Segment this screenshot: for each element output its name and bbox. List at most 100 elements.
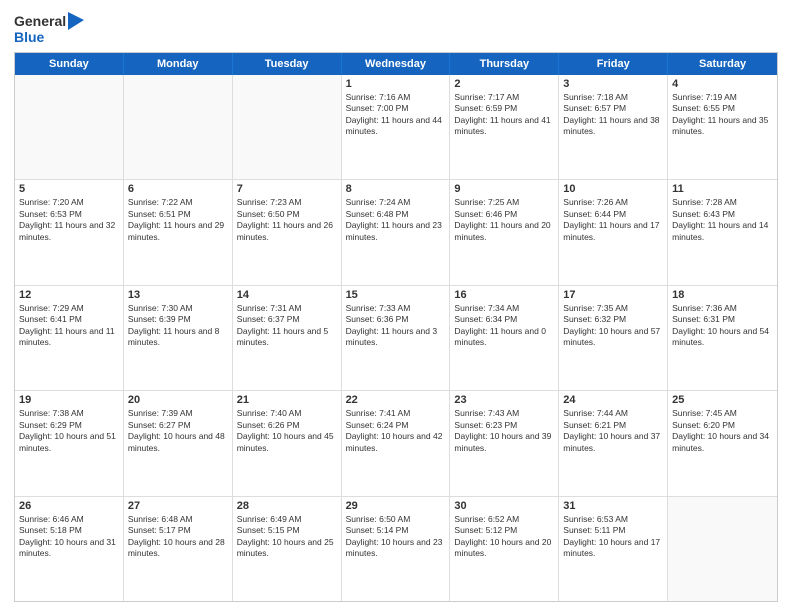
day-cell-24: 24 Sunrise: 7:44 AM Sunset: 6:21 PM Dayli… [559,391,668,495]
day-header-friday: Friday [559,53,668,75]
header: GeneralBlue [14,10,778,46]
day-header-sunday: Sunday [15,53,124,75]
day-number: 12 [19,289,119,301]
day-cell-7: 7Sunrise: 7:23 AM Sunset: 6:50 PM Daylig… [233,180,342,284]
day-info: Sunrise: 6:49 AM Sunset: 5:15 PM Dayligh… [237,514,337,560]
day-info: Sunrise: 7:36 AM Sunset: 6:31 PM Dayligh… [672,303,773,349]
day-number: 19 [19,394,119,406]
day-cell-21: 21 Sunrise: 7:40 AM Sunset: 6:26 PM Dayli… [233,391,342,495]
day-number: 13 [128,289,228,301]
day-info: Sunrise: 6:52 AM Sunset: 5:12 PM Dayligh… [454,514,554,560]
calendar-row-5: 26Sunrise: 6:46 AM Sunset: 5:18 PM Dayli… [15,496,777,601]
day-cell-17: 17Sunrise: 7:35 AM Sunset: 6:32 PM Dayli… [559,286,668,390]
day-info: Sunrise: 7:28 AM Sunset: 6:43 PM Dayligh… [672,197,773,243]
day-number: 25 [672,394,773,406]
day-cell-20: 20 Sunrise: 7:39 AM Sunset: 6:27 PM Dayli… [124,391,233,495]
day-cell-6: 6 Sunrise: 7:22 AM Sunset: 6:51 PM Daylig… [124,180,233,284]
day-cell-16: 16Sunrise: 7:34 AM Sunset: 6:34 PM Dayli… [450,286,559,390]
day-cell-5: 5 Sunrise: 7:20 AM Sunset: 6:53 PM Daylig… [15,180,124,284]
day-info: Sunrise: 7:40 AM Sunset: 6:26 PM Dayligh… [237,408,337,454]
day-number: 9 [454,183,554,195]
day-header-saturday: Saturday [668,53,777,75]
day-cell-empty-4-6 [668,497,777,601]
day-cell-19: 19 Sunrise: 7:38 AM Sunset: 6:29 PM Dayli… [15,391,124,495]
day-header-monday: Monday [124,53,233,75]
day-header-tuesday: Tuesday [233,53,342,75]
day-cell-14: 14 Sunrise: 7:31 AM Sunset: 6:37 PM Dayli… [233,286,342,390]
page: GeneralBlue SundayMondayTuesdayWednesday… [0,0,792,612]
day-info: Sunrise: 6:53 AM Sunset: 5:11 PM Dayligh… [563,514,663,560]
day-number: 20 [128,394,228,406]
day-cell-22: 22Sunrise: 7:41 AM Sunset: 6:24 PM Dayli… [342,391,451,495]
day-info: Sunrise: 7:34 AM Sunset: 6:34 PM Dayligh… [454,303,554,349]
day-cell-28: 28 Sunrise: 6:49 AM Sunset: 5:15 PM Dayli… [233,497,342,601]
day-info: Sunrise: 7:22 AM Sunset: 6:51 PM Dayligh… [128,197,228,243]
day-number: 3 [563,78,663,90]
day-number: 15 [346,289,446,301]
day-cell-26: 26Sunrise: 6:46 AM Sunset: 5:18 PM Dayli… [15,497,124,601]
day-number: 6 [128,183,228,195]
day-number: 29 [346,500,446,512]
day-info: Sunrise: 7:44 AM Sunset: 6:21 PM Dayligh… [563,408,663,454]
day-number: 2 [454,78,554,90]
day-info: Sunrise: 7:29 AM Sunset: 6:41 PM Dayligh… [19,303,119,349]
day-cell-9: 9 Sunrise: 7:25 AM Sunset: 6:46 PM Daylig… [450,180,559,284]
day-cell-12: 12 Sunrise: 7:29 AM Sunset: 6:41 PM Dayli… [15,286,124,390]
day-info: Sunrise: 7:39 AM Sunset: 6:27 PM Dayligh… [128,408,228,454]
day-cell-10: 10 Sunrise: 7:26 AM Sunset: 6:44 PM Dayli… [559,180,668,284]
day-cell-11: 11Sunrise: 7:28 AM Sunset: 6:43 PM Dayli… [668,180,777,284]
day-number: 21 [237,394,337,406]
day-number: 22 [346,394,446,406]
day-number: 14 [237,289,337,301]
day-number: 23 [454,394,554,406]
svg-text:Blue: Blue [14,29,45,45]
day-number: 30 [454,500,554,512]
day-info: Sunrise: 7:24 AM Sunset: 6:48 PM Dayligh… [346,197,446,243]
day-info: Sunrise: 7:16 AM Sunset: 7:00 PM Dayligh… [346,92,446,138]
day-cell-30: 30 Sunrise: 6:52 AM Sunset: 5:12 PM Dayli… [450,497,559,601]
day-number: 5 [19,183,119,195]
logo: GeneralBlue [14,10,84,46]
day-number: 24 [563,394,663,406]
svg-text:General: General [14,13,66,29]
calendar: SundayMondayTuesdayWednesdayThursdayFrid… [14,52,778,602]
day-info: Sunrise: 7:45 AM Sunset: 6:20 PM Dayligh… [672,408,773,454]
day-cell-15: 15Sunrise: 7:33 AM Sunset: 6:36 PM Dayli… [342,286,451,390]
day-info: Sunrise: 7:35 AM Sunset: 6:32 PM Dayligh… [563,303,663,349]
day-number: 10 [563,183,663,195]
day-number: 18 [672,289,773,301]
day-number: 8 [346,183,446,195]
day-header-thursday: Thursday [450,53,559,75]
day-number: 26 [19,500,119,512]
day-info: Sunrise: 7:20 AM Sunset: 6:53 PM Dayligh… [19,197,119,243]
calendar-row-4: 19 Sunrise: 7:38 AM Sunset: 6:29 PM Dayli… [15,390,777,495]
day-info: Sunrise: 7:18 AM Sunset: 6:57 PM Dayligh… [563,92,663,138]
day-number: 28 [237,500,337,512]
day-cell-29: 29 Sunrise: 6:50 AM Sunset: 5:14 PM Dayli… [342,497,451,601]
day-number: 31 [563,500,663,512]
day-number: 1 [346,78,446,90]
day-info: Sunrise: 7:26 AM Sunset: 6:44 PM Dayligh… [563,197,663,243]
day-info: Sunrise: 7:19 AM Sunset: 6:55 PM Dayligh… [672,92,773,138]
day-cell-2: 2 Sunrise: 7:17 AM Sunset: 6:59 PM Daylig… [450,75,559,179]
logo-svg: GeneralBlue [14,10,84,46]
calendar-row-2: 5 Sunrise: 7:20 AM Sunset: 6:53 PM Daylig… [15,179,777,284]
day-info: Sunrise: 7:25 AM Sunset: 6:46 PM Dayligh… [454,197,554,243]
calendar-header: SundayMondayTuesdayWednesdayThursdayFrid… [15,53,777,75]
calendar-row-3: 12 Sunrise: 7:29 AM Sunset: 6:41 PM Dayli… [15,285,777,390]
day-info: Sunrise: 6:48 AM Sunset: 5:17 PM Dayligh… [128,514,228,560]
day-cell-1: 1 Sunrise: 7:16 AM Sunset: 7:00 PM Daylig… [342,75,451,179]
day-info: Sunrise: 7:17 AM Sunset: 6:59 PM Dayligh… [454,92,554,138]
day-info: Sunrise: 7:31 AM Sunset: 6:37 PM Dayligh… [237,303,337,349]
day-cell-empty-0-0 [15,75,124,179]
day-cell-23: 23 Sunrise: 7:43 AM Sunset: 6:23 PM Dayli… [450,391,559,495]
day-cell-empty-0-1 [124,75,233,179]
day-info: Sunrise: 7:30 AM Sunset: 6:39 PM Dayligh… [128,303,228,349]
day-cell-18: 18 Sunrise: 7:36 AM Sunset: 6:31 PM Dayli… [668,286,777,390]
day-cell-empty-0-2 [233,75,342,179]
day-cell-27: 27Sunrise: 6:48 AM Sunset: 5:17 PM Dayli… [124,497,233,601]
day-info: Sunrise: 7:38 AM Sunset: 6:29 PM Dayligh… [19,408,119,454]
day-info: Sunrise: 6:50 AM Sunset: 5:14 PM Dayligh… [346,514,446,560]
day-info: Sunrise: 7:43 AM Sunset: 6:23 PM Dayligh… [454,408,554,454]
day-header-wednesday: Wednesday [342,53,451,75]
